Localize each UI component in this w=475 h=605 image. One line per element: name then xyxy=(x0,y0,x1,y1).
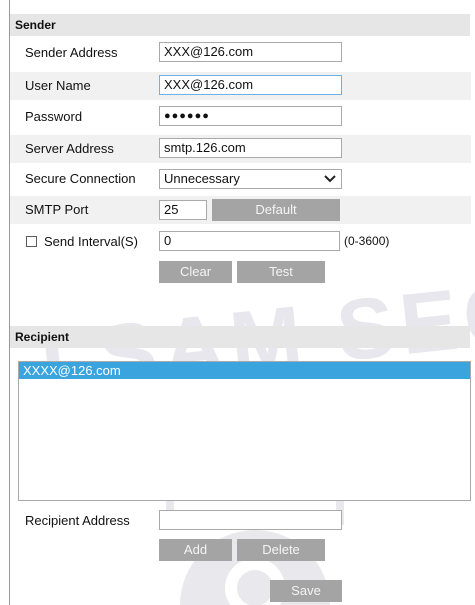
recipient-address-input[interactable] xyxy=(159,510,342,530)
send-interval-label: Send Interval(S) xyxy=(44,234,138,249)
smtp-port-label: SMTP Port xyxy=(25,202,89,217)
server-address-row: Server Address smtp.126.com xyxy=(10,135,471,163)
sender-section-title: Sender xyxy=(10,14,470,36)
delete-button[interactable]: Delete xyxy=(237,539,325,561)
save-button[interactable]: Save xyxy=(270,580,342,602)
user-name-row: User Name XXX@126.com xyxy=(10,72,471,100)
password-row: Password ●●●●●● xyxy=(10,103,471,131)
secure-connection-label: Secure Connection xyxy=(25,171,136,186)
secure-connection-value: Unnecessary xyxy=(164,171,240,186)
sender-address-row: Sender Address XXX@126.com xyxy=(10,39,471,67)
recipient-address-label: Recipient Address xyxy=(25,513,130,528)
chevron-down-icon xyxy=(324,175,336,183)
send-interval-range-hint: (0-3600) xyxy=(344,234,390,248)
user-name-label: User Name xyxy=(25,78,91,93)
user-name-input[interactable]: XXX@126.com xyxy=(159,75,342,95)
default-button[interactable]: Default xyxy=(212,199,340,221)
sender-address-label: Sender Address xyxy=(25,45,118,60)
password-input[interactable]: ●●●●●● xyxy=(159,106,342,126)
clear-button[interactable]: Clear xyxy=(159,261,232,283)
send-interval-row: Send Interval(S) 0 (0-3600) xyxy=(10,228,471,256)
send-interval-input[interactable]: 0 xyxy=(159,231,340,251)
recipient-list[interactable]: XXXX@126.com xyxy=(18,361,471,501)
add-button[interactable]: Add xyxy=(159,539,232,561)
test-button[interactable]: Test xyxy=(237,261,325,283)
smtp-port-input[interactable]: 25 xyxy=(159,200,207,220)
server-address-input[interactable]: smtp.126.com xyxy=(159,138,342,158)
list-item[interactable]: XXXX@126.com xyxy=(19,362,470,379)
server-address-label: Server Address xyxy=(25,141,114,156)
sender-address-input[interactable]: XXX@126.com xyxy=(159,42,342,62)
secure-connection-select[interactable]: Unnecessary xyxy=(159,169,342,189)
recipient-address-row: Recipient Address xyxy=(10,507,471,535)
secure-connection-row: Secure Connection Unnecessary xyxy=(10,165,471,193)
send-interval-checkbox[interactable] xyxy=(26,236,37,247)
recipient-section-title: Recipient xyxy=(10,326,470,348)
smtp-port-row: SMTP Port 25 Default xyxy=(10,196,471,224)
password-label: Password xyxy=(25,109,83,124)
